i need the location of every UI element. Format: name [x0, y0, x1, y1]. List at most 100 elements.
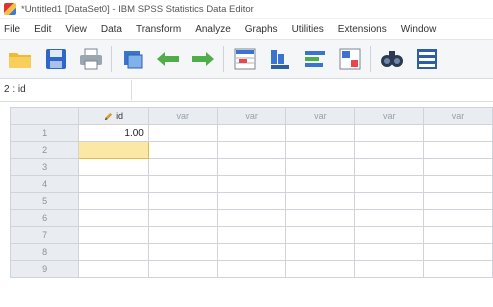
menu-utilities[interactable]: Utilities — [285, 24, 331, 35]
menu-window[interactable]: Window — [394, 24, 444, 35]
grid-cell[interactable] — [216, 175, 287, 193]
menu-view[interactable]: View — [58, 24, 94, 35]
column-header-var[interactable]: var — [354, 107, 425, 125]
table-row: 6 — [9, 209, 493, 227]
open-folder-icon[interactable] — [7, 45, 35, 73]
grid-cell[interactable] — [147, 209, 218, 227]
menu-data[interactable]: Data — [94, 24, 129, 35]
grid-cell[interactable] — [147, 175, 218, 193]
grid-cell[interactable] — [216, 243, 287, 261]
column-header-var[interactable]: var — [216, 107, 287, 125]
grid-cell[interactable] — [147, 226, 218, 244]
grid-cell[interactable]: 1.00 — [78, 124, 149, 142]
grid-cell[interactable] — [423, 141, 493, 159]
grid-cell[interactable] — [78, 192, 149, 210]
table-row: 5 — [9, 192, 493, 210]
goto-variable-icon[interactable] — [266, 45, 294, 73]
table-row: 7 — [9, 226, 493, 244]
grid-cell[interactable] — [354, 124, 425, 142]
grid-cell[interactable] — [216, 158, 287, 176]
grid-cell-selected[interactable] — [78, 141, 149, 159]
menu-graphs[interactable]: Graphs — [238, 24, 285, 35]
grid-cell[interactable] — [216, 260, 287, 278]
grid-cell[interactable] — [423, 226, 493, 244]
grid-cell[interactable] — [285, 158, 356, 176]
grid-cell[interactable] — [423, 124, 493, 142]
grid-cell[interactable] — [78, 243, 149, 261]
row-header[interactable]: 3 — [9, 158, 80, 176]
dialog-recall-icon[interactable] — [119, 45, 147, 73]
column-header-var[interactable]: var — [423, 107, 493, 125]
menu-extensions[interactable]: Extensions — [331, 24, 394, 35]
row-header[interactable]: 5 — [9, 192, 80, 210]
value-labels-icon[interactable] — [336, 45, 364, 73]
column-header-id[interactable]: id — [78, 107, 149, 125]
grid-cell[interactable] — [285, 260, 356, 278]
grid-cell[interactable] — [78, 158, 149, 176]
title-bar: *Untitled1 [DataSet0] - IBM SPSS Statist… — [0, 0, 493, 19]
grid-cell[interactable] — [423, 175, 493, 193]
redo-icon[interactable] — [189, 45, 217, 73]
cell-value-input[interactable] — [132, 80, 493, 100]
row-header[interactable]: 9 — [9, 260, 80, 278]
row-header[interactable]: 6 — [9, 209, 80, 227]
grid-cell[interactable] — [354, 260, 425, 278]
grid-cell[interactable] — [285, 209, 356, 227]
grid-cell[interactable] — [354, 226, 425, 244]
grid-cell[interactable] — [423, 260, 493, 278]
grid-cell[interactable] — [354, 141, 425, 159]
grid-cell[interactable] — [78, 226, 149, 244]
grid-corner[interactable] — [9, 107, 80, 125]
grid-cell[interactable] — [354, 243, 425, 261]
row-header[interactable]: 1 — [9, 124, 80, 142]
menu-file[interactable]: File — [0, 24, 27, 35]
grid-cell[interactable] — [354, 192, 425, 210]
variables-icon[interactable] — [301, 45, 329, 73]
grid-cell[interactable] — [423, 209, 493, 227]
column-header-var[interactable]: var — [285, 107, 356, 125]
grid-cell[interactable] — [216, 209, 287, 227]
grid-cell[interactable] — [147, 243, 218, 261]
grid-cell[interactable] — [354, 209, 425, 227]
grid-cell[interactable] — [354, 158, 425, 176]
grid-cell[interactable] — [216, 124, 287, 142]
grid-header-row: id var var var var var — [9, 107, 493, 125]
grid-cell[interactable] — [285, 192, 356, 210]
grid-cell[interactable] — [423, 243, 493, 261]
menu-edit[interactable]: Edit — [27, 24, 58, 35]
grid-cell[interactable] — [216, 192, 287, 210]
grid-cell[interactable] — [78, 175, 149, 193]
grid-cell[interactable] — [285, 124, 356, 142]
grid-cell[interactable] — [216, 226, 287, 244]
row-header[interactable]: 7 — [9, 226, 80, 244]
menu-transform[interactable]: Transform — [129, 24, 188, 35]
grid-cell[interactable] — [423, 192, 493, 210]
grid-cell[interactable] — [78, 209, 149, 227]
row-header[interactable]: 4 — [9, 175, 80, 193]
grid-cell[interactable] — [285, 243, 356, 261]
save-icon[interactable] — [42, 45, 70, 73]
split-file-icon[interactable] — [413, 45, 441, 73]
undo-icon[interactable] — [154, 45, 182, 73]
grid-cell[interactable] — [147, 192, 218, 210]
print-icon[interactable] — [77, 45, 105, 73]
goto-case-icon[interactable] — [231, 45, 259, 73]
grid-cell[interactable] — [423, 158, 493, 176]
column-header-var[interactable]: var — [147, 107, 218, 125]
grid-cell[interactable] — [147, 260, 218, 278]
grid-cell[interactable] — [285, 226, 356, 244]
grid-cell[interactable] — [285, 175, 356, 193]
grid-cell[interactable] — [285, 141, 356, 159]
menu-bar: File Edit View Data Transform Analyze Gr… — [0, 19, 493, 40]
find-icon[interactable] — [378, 45, 406, 73]
grid-cell[interactable] — [78, 260, 149, 278]
row-header[interactable]: 8 — [9, 243, 80, 261]
grid-cell[interactable] — [147, 141, 218, 159]
grid-cell[interactable] — [147, 124, 218, 142]
row-header[interactable]: 2 — [9, 141, 80, 159]
grid-cell[interactable] — [147, 158, 218, 176]
cell-editor-row: 2 : id — [0, 79, 493, 102]
grid-cell[interactable] — [354, 175, 425, 193]
menu-analyze[interactable]: Analyze — [188, 24, 238, 35]
grid-cell[interactable] — [216, 141, 287, 159]
